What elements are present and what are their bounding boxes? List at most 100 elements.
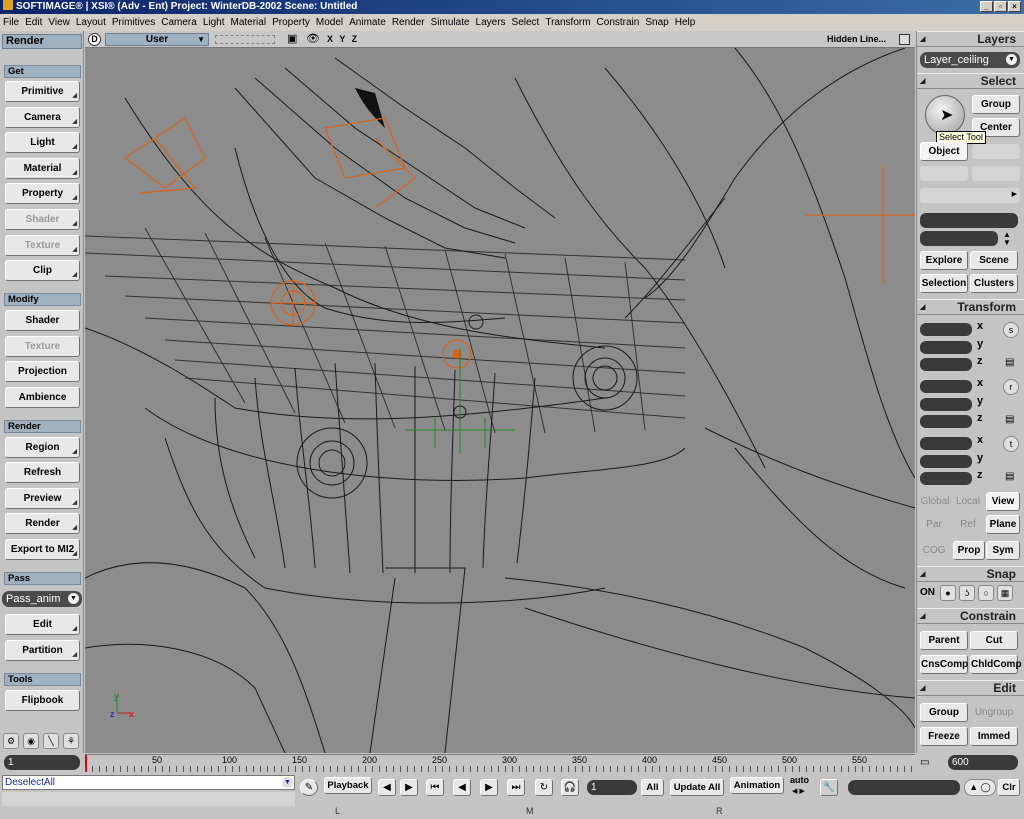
select-filter-slot[interactable] <box>972 144 1020 159</box>
command-line-field[interactable]: DeselectAll ▼ <box>2 775 295 790</box>
camera-icon[interactable]: ▣ <box>287 32 297 45</box>
layer-dropdown[interactable]: Layer_ceiling ▼ <box>920 52 1020 68</box>
ref-button[interactable]: Ref <box>951 515 985 534</box>
menu-camera[interactable]: Camera <box>158 14 200 31</box>
region-button[interactable]: Region ◢ <box>5 437 80 458</box>
clip-button[interactable]: Clip ◢ <box>5 260 80 281</box>
menu-layers[interactable]: Layers <box>473 14 509 31</box>
section-get[interactable]: Get <box>4 65 81 78</box>
translate-lock-icon[interactable]: ▤ <box>1005 471 1014 482</box>
sym-button[interactable]: Sym <box>986 541 1020 560</box>
menu-model[interactable]: Model <box>313 14 346 31</box>
simulate-module-icon[interactable]: ⚘ <box>63 733 79 749</box>
select-filter-slot[interactable] <box>920 166 968 181</box>
projection-button[interactable]: Projection <box>5 361 80 382</box>
snap-point-icon[interactable]: ● <box>940 585 956 601</box>
rotate-mode-button[interactable]: r <box>1003 379 1019 395</box>
menu-select[interactable]: Select <box>509 14 543 31</box>
snap-grid-icon[interactable]: ▦ <box>997 585 1013 601</box>
menu-transform[interactable]: Transform <box>542 14 593 31</box>
cnscomp-button[interactable]: CnsComp <box>920 655 968 674</box>
export-mi2-button[interactable]: Export to MI2 ◢ <box>5 539 80 560</box>
rotate-x-field[interactable] <box>920 380 972 393</box>
model-module-icon[interactable]: ⚙ <box>3 733 19 749</box>
menu-snap[interactable]: Snap <box>642 14 671 31</box>
ruler-icon[interactable]: ▭ <box>920 757 929 768</box>
spin-arrows-icon[interactable]: ▲ ▼ <box>1003 231 1011 247</box>
save-key-icon[interactable]: 🔧 <box>820 779 838 796</box>
update-all-button[interactable]: Update All <box>670 779 724 796</box>
explore-button[interactable]: Explore <box>920 251 968 270</box>
rotate-y-field[interactable] <box>920 398 972 411</box>
menu-constrain[interactable]: Constrain <box>594 14 643 31</box>
snap-surface-icon[interactable]: ○ <box>978 585 994 601</box>
rotate-lock-icon[interactable]: ▤ <box>1005 414 1014 425</box>
plane-button[interactable]: Plane <box>986 515 1020 534</box>
playback-menu-button[interactable]: Playback <box>324 777 372 794</box>
script-editor-icon[interactable]: ✎ <box>300 779 318 796</box>
constrain-header[interactable]: ◢ Constrain <box>917 608 1024 624</box>
global-button[interactable]: Global <box>917 492 953 511</box>
group-select-button[interactable]: Group <box>972 95 1020 114</box>
eye-icon[interactable]: 👁 <box>306 32 320 45</box>
translate-mode-button[interactable]: t <box>1003 436 1019 452</box>
refresh-button[interactable]: Refresh <box>5 462 80 483</box>
section-tools[interactable]: Tools <box>4 673 81 686</box>
view-button[interactable]: View <box>986 492 1020 511</box>
scale-y-field[interactable] <box>920 341 972 354</box>
scene-button[interactable]: Scene <box>970 251 1018 270</box>
camera-view-menu[interactable]: User ▼ <box>105 33 209 46</box>
timeline-ruler[interactable]: 50 100 150 200 250 300 350 400 450 500 5… <box>85 754 915 772</box>
last-frame-icon[interactable]: ⏭ <box>507 779 525 796</box>
shader-modify-button[interactable]: Shader <box>5 310 80 331</box>
selection-info-field[interactable] <box>920 231 998 246</box>
menu-file[interactable]: File <box>0 14 22 31</box>
prop-button[interactable]: Prop <box>953 541 985 560</box>
close-button[interactable]: × <box>1008 1 1021 12</box>
pass-edit-button[interactable]: Edit ◢ <box>5 614 80 635</box>
translate-z-field[interactable] <box>920 472 972 485</box>
current-frame-field[interactable]: 1 <box>587 780 637 795</box>
scale-mode-button[interactable]: s <box>1003 322 1019 338</box>
snap-curve-icon[interactable]: ʖ <box>959 585 975 601</box>
cog-button[interactable]: COG <box>917 541 951 560</box>
menu-primitives[interactable]: Primitives <box>109 14 158 31</box>
rotate-z-field[interactable] <box>920 415 972 428</box>
maximize-button[interactable]: ▫ <box>994 1 1007 12</box>
cut-button[interactable]: Cut <box>970 631 1018 650</box>
scale-z-field[interactable] <box>920 358 972 371</box>
section-render[interactable]: Render <box>4 420 81 433</box>
memo-cams-bar[interactable] <box>215 35 275 44</box>
timeline-end-field[interactable]: 600 <box>948 755 1018 770</box>
viewport-letter-button[interactable]: D <box>88 33 101 46</box>
texture-get-button[interactable]: Texture ◢ <box>5 235 80 256</box>
property-button[interactable]: Property ◢ <box>5 183 80 204</box>
scale-x-field[interactable] <box>920 323 972 336</box>
menu-layout[interactable]: Layout <box>73 14 109 31</box>
flipbook-button[interactable]: Flipbook <box>5 690 80 711</box>
transform-header[interactable]: ◢ Transform <box>917 299 1024 315</box>
menu-light[interactable]: Light <box>200 14 228 31</box>
all-button[interactable]: All <box>641 779 664 796</box>
scale-lock-icon[interactable]: ▤ <box>1005 357 1014 368</box>
light-button[interactable]: Light ◢ <box>5 132 80 153</box>
select-filter-slot[interactable]: ▶ <box>920 188 1020 203</box>
step-back-icon[interactable]: ◀ <box>453 779 471 796</box>
translate-y-field[interactable] <box>920 455 972 468</box>
texture-modify-button[interactable]: Texture <box>5 336 80 357</box>
render-button[interactable]: Render ◢ <box>5 513 80 534</box>
edit-group-button[interactable]: Group <box>920 703 968 722</box>
snap-on-toggle[interactable]: ON <box>920 587 935 598</box>
render-module-icon[interactable]: ╲ <box>43 733 59 749</box>
previous-key-icon[interactable]: ◀ <box>378 779 396 796</box>
minimize-button[interactable]: _ <box>980 1 993 12</box>
partition-button[interactable]: Partition ◢ <box>5 640 80 661</box>
clusters-button[interactable]: Clusters <box>970 274 1018 293</box>
menu-property[interactable]: Property <box>269 14 313 31</box>
menu-render[interactable]: Render <box>389 14 428 31</box>
key-arrows-icon[interactable]: ◀ ▶ <box>792 787 805 795</box>
object-button[interactable]: Object <box>920 142 968 161</box>
layers-header[interactable]: ◢ Layers <box>917 31 1024 47</box>
animate-module-icon[interactable]: ◉ <box>23 733 39 749</box>
edit-header[interactable]: ◢ Edit <box>917 680 1024 696</box>
